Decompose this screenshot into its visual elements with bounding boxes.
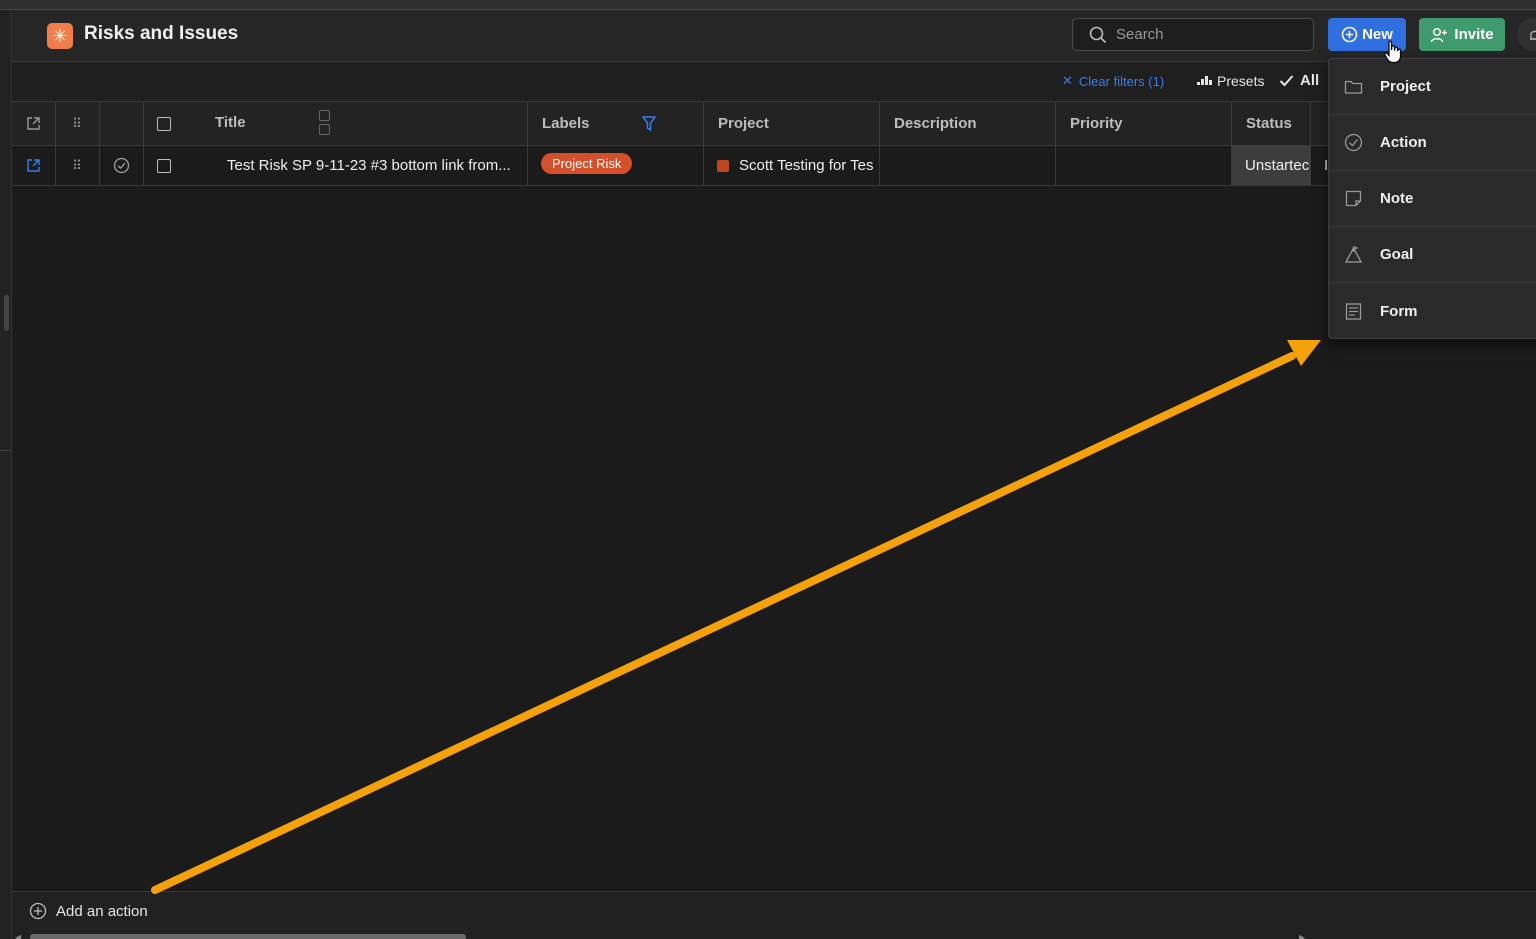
menu-item-note[interactable]: Note <box>1329 171 1536 227</box>
bell-icon <box>1530 30 1536 40</box>
header-status-col[interactable]: Status <box>1232 102 1311 145</box>
title-column-label: Title <box>215 114 246 131</box>
left-sidebar-edge <box>0 10 12 939</box>
row-complete-cell[interactable] <box>100 146 144 185</box>
expand-all-icon[interactable] <box>319 110 330 121</box>
labels-column-label: Labels <box>542 115 590 132</box>
invite-button[interactable]: Invite <box>1419 18 1505 51</box>
select-all-checkbox[interactable] <box>157 116 171 131</box>
row-select-checkbox[interactable] <box>157 158 171 173</box>
row-priority-cell[interactable] <box>1056 146 1232 185</box>
window-top-border <box>0 0 1536 10</box>
row-title-cell[interactable]: Test Risk SP 9-11-23 #3 bottom link from… <box>144 146 528 185</box>
page-title: Risks and Issues <box>84 23 239 44</box>
sidebar-collapse-handle[interactable] <box>4 295 9 331</box>
menu-item-form[interactable]: Form <box>1329 283 1536 339</box>
row-open-cell[interactable] <box>12 146 56 185</box>
scroll-left-arrow[interactable]: ◀ <box>15 933 21 939</box>
header-priority-col[interactable]: Priority <box>1056 102 1232 145</box>
add-user-icon <box>1431 27 1448 42</box>
filter-toolbar: ✕ Clear filters (1) Presets All <box>12 62 1536 102</box>
collapse-all-icon[interactable] <box>319 124 330 135</box>
check-circle-icon <box>1344 133 1363 152</box>
new-item-menu: Project Action Note Goal Form <box>1328 58 1536 339</box>
filter-icon[interactable] <box>641 116 656 131</box>
empty-table-area <box>12 186 1536 891</box>
row-description-cell[interactable] <box>880 146 1056 185</box>
open-external-icon <box>27 117 40 130</box>
project-color-swatch <box>717 159 729 172</box>
priority-column-label: Priority <box>1070 115 1123 132</box>
header-open-col <box>12 102 56 145</box>
form-icon <box>1345 302 1362 320</box>
table-footer: Add an action ◀ ▶ <box>12 891 1536 939</box>
plus-circle-icon <box>1341 26 1358 43</box>
menu-item-project[interactable]: Project <box>1329 59 1536 115</box>
presets-button[interactable]: Presets <box>1197 73 1264 89</box>
header-description-col[interactable]: Description <box>880 102 1056 145</box>
row-project-cell[interactable]: Scott Testing for Tes <box>704 146 880 185</box>
note-icon <box>1345 190 1362 207</box>
menu-item-action-label: Action <box>1380 134 1427 151</box>
row-drag-cell[interactable]: ⠿ <box>56 146 100 185</box>
menu-item-form-label: Form <box>1380 302 1418 320</box>
presets-label: Presets <box>1217 73 1265 89</box>
all-filter-button[interactable]: All <box>1279 72 1319 89</box>
app-logo-icon: ✳ <box>47 23 73 49</box>
header-labels-col[interactable]: Labels <box>528 102 704 145</box>
checkmark-icon <box>1279 75 1294 87</box>
add-action-button[interactable]: Add an action <box>29 902 148 920</box>
menu-item-note-label: Note <box>1380 190 1414 207</box>
menu-item-action[interactable]: Action <box>1329 115 1536 171</box>
label-pill-project-risk[interactable]: Project Risk <box>541 153 633 174</box>
row-labels-cell[interactable]: Project Risk <box>528 146 704 185</box>
search-box[interactable] <box>1072 18 1314 51</box>
header-drag-col: ⠿ <box>56 102 100 145</box>
add-action-label: Add an action <box>56 902 148 920</box>
description-column-label: Description <box>894 115 977 132</box>
invite-button-label: Invite <box>1454 26 1494 43</box>
drag-handle-icon: ⠿ <box>72 115 83 131</box>
all-filter-label: All <box>1300 72 1320 89</box>
header-complete-col <box>100 102 144 145</box>
close-icon: ✕ <box>1062 73 1073 88</box>
header-title-col[interactable]: Title <box>144 102 528 145</box>
check-circle-icon[interactable] <box>113 157 130 174</box>
open-external-icon[interactable] <box>26 158 41 173</box>
menu-item-project-label: Project <box>1380 78 1431 95</box>
expand-collapse-control[interactable] <box>319 110 331 135</box>
drag-handle-icon[interactable]: ⠿ <box>72 158 83 174</box>
horizontal-scrollbar[interactable] <box>30 934 466 939</box>
clear-filters-label: Clear filters (1) <box>1078 73 1165 89</box>
hand-cursor-icon <box>1384 40 1402 64</box>
search-icon <box>1089 26 1107 43</box>
notifications-button[interactable] <box>1517 18 1536 51</box>
search-input[interactable] <box>1116 26 1306 43</box>
plus-circle-icon <box>29 902 47 920</box>
header-project-col[interactable]: Project <box>704 102 880 145</box>
scroll-right-arrow[interactable]: ▶ <box>1299 933 1305 939</box>
table-header: ⠿ Title Labels Project Description Prior… <box>12 102 1536 146</box>
row-title[interactable]: Test Risk SP 9-11-23 #3 bottom link from… <box>227 157 511 174</box>
folder-icon <box>1344 80 1363 94</box>
presets-icon <box>1197 76 1212 85</box>
goal-icon <box>1344 245 1363 263</box>
table-row[interactable]: ⠿ Test Risk SP 9-11-23 #3 bottom link fr… <box>12 146 1536 186</box>
menu-item-goal-label: Goal <box>1380 246 1414 263</box>
status-column-label: Status <box>1246 115 1292 132</box>
app-header: ✳ Risks and Issues New Invite <box>12 10 1536 62</box>
project-column-label: Project <box>718 115 769 132</box>
row-project[interactable]: Scott Testing for Tes <box>739 157 874 174</box>
row-status[interactable]: Unstartec <box>1245 157 1309 174</box>
sidebar-divider <box>0 450 12 451</box>
row-status-cell[interactable]: Unstartec <box>1232 146 1311 185</box>
menu-item-goal[interactable]: Goal <box>1329 227 1536 283</box>
clear-filters-link[interactable]: ✕ Clear filters (1) <box>1062 73 1164 89</box>
